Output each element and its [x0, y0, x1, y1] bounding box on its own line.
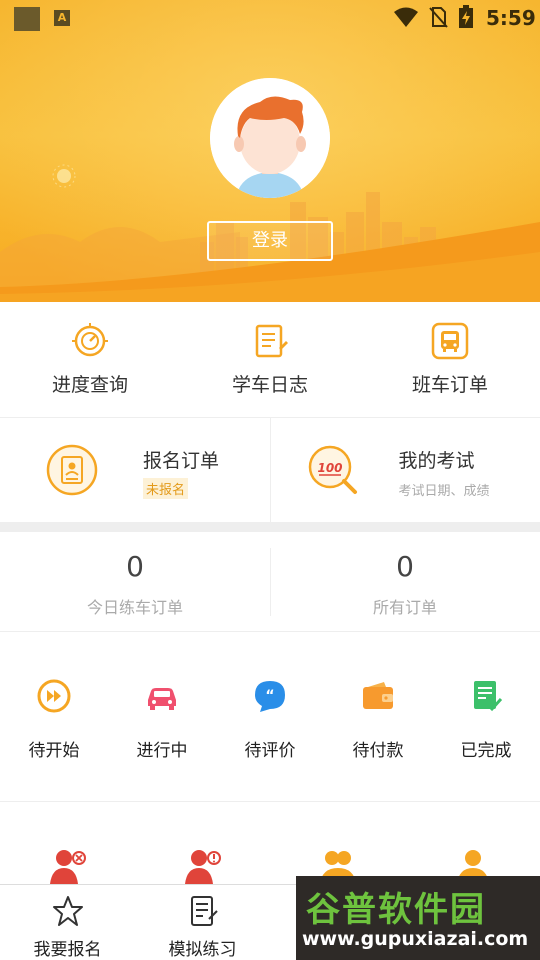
- status-label: 已完成: [460, 741, 512, 761]
- coach-actions-row: [0, 802, 540, 884]
- coach-action-3[interactable]: [270, 802, 405, 884]
- car-icon: [148, 688, 176, 710]
- quick-item-label: 学车日志: [231, 374, 308, 396]
- quick-item-log[interactable]: 学车日志: [180, 302, 360, 417]
- status-label: 进行中: [136, 741, 188, 761]
- section-divider: [0, 522, 540, 532]
- quick-menu: 进度查询 学车日志 班车订单: [0, 302, 540, 418]
- nav-label: 模拟练习: [168, 940, 237, 960]
- status-label: 待付款: [352, 741, 404, 761]
- watermark: 谷普软件园 www.gupuxiazai.com: [296, 876, 540, 960]
- status-label: 待评价: [244, 741, 296, 761]
- watermark-title: 谷普软件园: [306, 890, 486, 930]
- all-orders-count[interactable]: 0 所有订单: [270, 532, 540, 631]
- coach-action-2[interactable]: [135, 802, 270, 884]
- login-button[interactable]: 登录: [207, 221, 333, 261]
- signup-status-badge: 未报名: [143, 478, 189, 499]
- profile-header: A 5:59 登录: [0, 0, 540, 302]
- quick-item-progress[interactable]: 进度查询: [0, 302, 180, 417]
- user-alert-icon: [184, 850, 221, 884]
- progress-icon: [72, 323, 108, 357]
- status-time: 5:59: [486, 6, 536, 30]
- count-label: 今日练车订单: [86, 598, 183, 617]
- chat-icon: “: [255, 681, 285, 712]
- quick-item-label: 班车订单: [411, 374, 488, 396]
- exam-score-icon: 100: [308, 445, 357, 494]
- status-completed[interactable]: 已完成: [432, 632, 540, 801]
- my-exam-card[interactable]: 100 我的考试 考试日期、成绩: [269, 418, 540, 522]
- status-pending-start[interactable]: 待开始: [0, 632, 108, 801]
- coach-action-4[interactable]: [405, 802, 540, 884]
- svg-text:“: “: [265, 688, 274, 704]
- no-sim-icon: [429, 7, 448, 28]
- count-value: 0: [126, 550, 144, 583]
- coach-action-1[interactable]: [0, 802, 135, 884]
- exam-doc-icon: [190, 896, 218, 926]
- watermark-url: www.gupuxiazai.com: [302, 928, 529, 950]
- nav-signup[interactable]: 我要报名: [0, 885, 135, 960]
- avatar[interactable]: [210, 78, 330, 198]
- avatar-illustration: [210, 78, 330, 198]
- count-value: 0: [396, 550, 414, 583]
- wifi-icon: [394, 7, 418, 27]
- signup-form-icon: [46, 444, 98, 496]
- signup-order-title: 报名订单: [143, 450, 220, 472]
- nav-label: 我要报名: [33, 940, 102, 960]
- app-thumbnail-icon: [14, 7, 40, 31]
- nav-practice[interactable]: 模拟练习: [135, 885, 270, 960]
- battery-charging-icon: [459, 5, 473, 28]
- status-bar: A 5:59: [0, 0, 540, 36]
- user-remove-icon: [49, 850, 86, 884]
- status-pending-review[interactable]: “ 待评价: [216, 632, 324, 801]
- quick-item-label: 进度查询: [51, 374, 128, 396]
- signup-order-card[interactable]: 报名订单 未报名: [0, 418, 270, 522]
- order-status-tabs: 待开始 进行中 “ 待评价 待付款 已完成: [0, 632, 540, 802]
- status-in-progress[interactable]: 进行中: [108, 632, 216, 801]
- done-doc-icon: [474, 681, 503, 712]
- a-icon: A: [54, 10, 70, 26]
- quick-item-bus[interactable]: 班车订单: [360, 302, 540, 417]
- bus-icon: [431, 322, 469, 360]
- my-exam-title: 我的考试: [398, 450, 475, 472]
- status-pending-payment[interactable]: 待付款: [324, 632, 432, 801]
- play-icon: [37, 679, 71, 713]
- svg-text:100: 100: [317, 461, 342, 475]
- wallet-icon: [363, 682, 393, 709]
- today-orders-count[interactable]: 0 今日练车订单: [0, 532, 270, 631]
- notebook-icon: [255, 324, 288, 358]
- star-icon: [52, 896, 83, 926]
- my-exam-subtitle: 考试日期、成绩: [398, 484, 490, 499]
- order-cards: 报名订单 未报名 100 我的考试 考试日期、成绩: [0, 418, 540, 522]
- status-label: 待开始: [28, 741, 80, 761]
- order-counts: 0 今日练车订单 0 所有订单: [0, 532, 540, 632]
- count-label: 所有订单: [372, 598, 437, 617]
